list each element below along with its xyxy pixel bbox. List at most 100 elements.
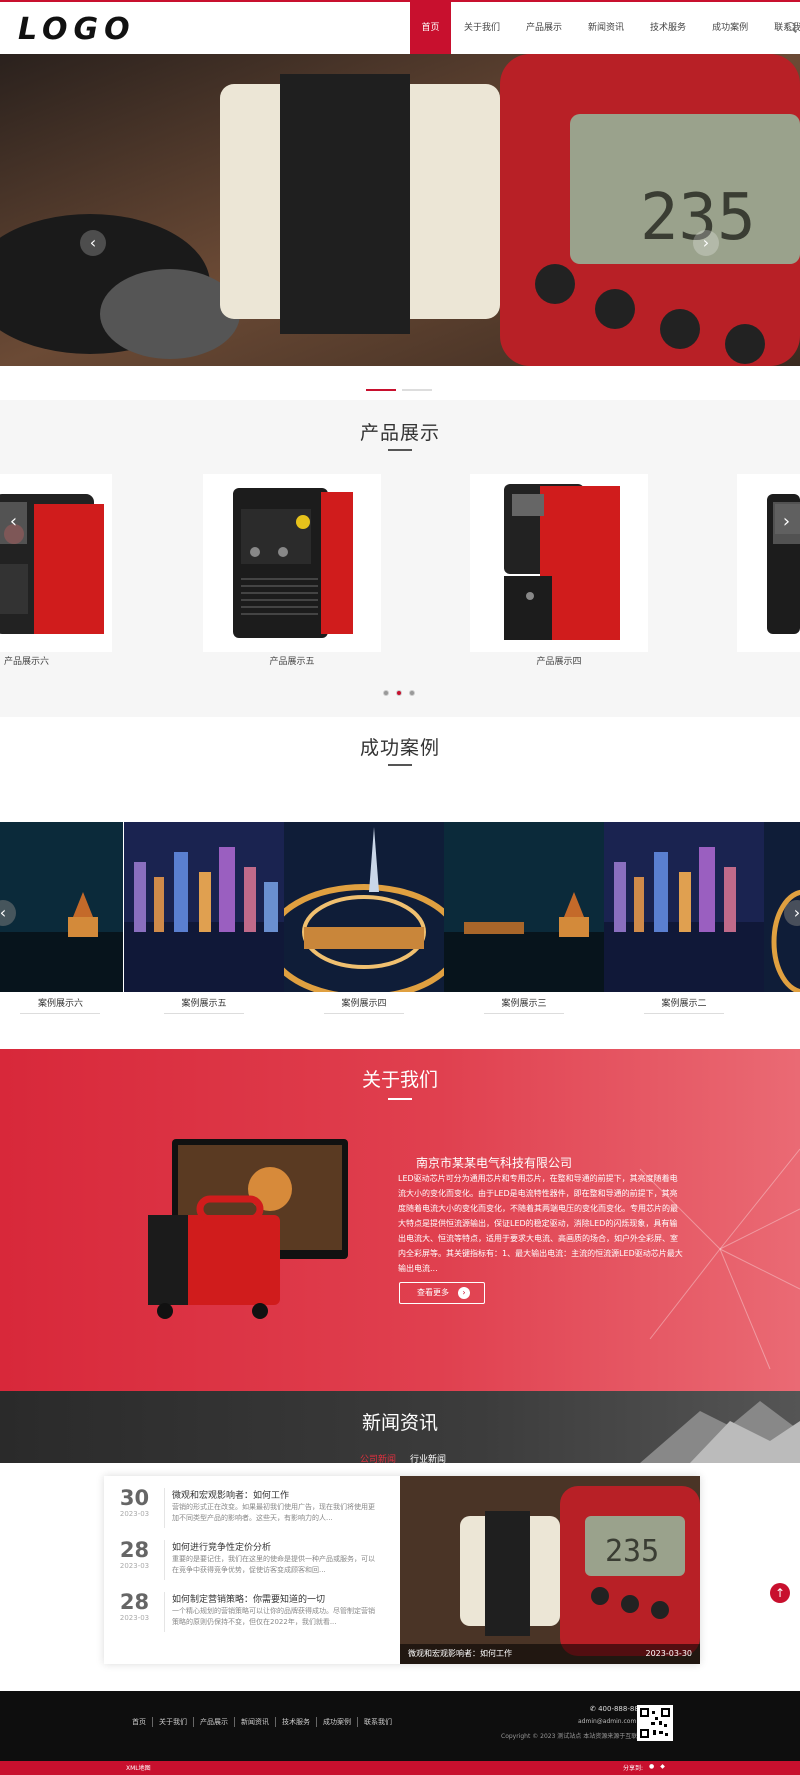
search-icon[interactable] [786,22,795,31]
products-title: 产品展示 [359,422,440,444]
case-card[interactable] [124,822,284,992]
footer-link-cases[interactable]: 成功案例 [317,1717,358,1727]
hero-image: 235 [0,54,800,366]
product-image [504,484,620,640]
hero-pagination [366,389,432,391]
news-day: 30 [119,1486,150,1510]
footer-link-contact[interactable]: 联系我们 [358,1717,398,1727]
case-label[interactable]: 案例展示三 [444,996,604,1009]
case-label[interactable]: 案例展示二 [604,996,764,1009]
back-to-top-icon[interactable]: ↑ [770,1583,790,1603]
site-logo[interactable]: LOGO [18,12,136,47]
share-label: 分享到: [623,1765,644,1772]
product-image [233,488,353,638]
nav-item-news[interactable]: 新闻资讯 [575,2,637,54]
news-day: 28 [119,1590,150,1614]
news-item[interactable]: 28 2023-03 如何制定营销策略：你需要知道的一切 一个精心规划的营销策略… [112,1590,397,1642]
news-date: 28 2023-03 [112,1590,157,1622]
news-day: 28 [119,1538,150,1562]
news-item-title[interactable]: 微观和宏观影响者：如何工作 [172,1488,289,1501]
case-underline [484,1013,564,1014]
view-more-button[interactable]: 查看更多 › [399,1282,485,1304]
featured-date: 2023-03-30 [645,1649,693,1658]
product-card[interactable] [203,474,381,652]
nav-item-service[interactable]: 技术服务 [637,2,699,54]
hero-prev-button[interactable]: ‹ [80,230,106,256]
products-dot[interactable] [383,690,389,696]
qr-code-icon [640,1708,670,1738]
products-prev-button[interactable]: ‹ [0,502,27,544]
case-image [444,822,604,992]
footer-link-products[interactable]: 产品展示 [194,1717,235,1727]
news-item-title[interactable]: 如何进行竞争性定价分析 [172,1540,271,1553]
case-card[interactable] [0,822,123,992]
case-card[interactable] [284,822,444,992]
news-item[interactable]: 30 2023-03 微观和宏观影响者：如何工作 营销的形式正在改变。如果最初我… [112,1486,397,1538]
news-month: 2023-03 [119,1614,150,1622]
product-image [767,494,800,634]
product-card[interactable] [0,474,112,652]
news-date: 28 2023-03 [112,1538,157,1570]
share-bar: 分享到: ● ◆ [623,1763,665,1772]
products-next-button[interactable]: › [773,502,800,544]
featured-title: 微观和宏观影响者：如何工作 [408,1649,512,1658]
news-item[interactable]: 28 2023-03 如何进行竞争性定价分析 重要的是要记住，我们在这里的使命是… [112,1538,397,1590]
news-item-title[interactable]: 如何制定营销策略：你需要知道的一切 [172,1592,325,1605]
product-label[interactable]: 产品展示六 [0,654,112,667]
news-tabs: 公司新闻 行业新闻 [360,1452,446,1465]
case-card[interactable] [444,822,604,992]
products-title-rule [388,449,412,451]
product-label[interactable]: 产品展示五 [203,654,381,667]
hero-dot-active[interactable] [366,389,396,391]
footer-bottom-bar [0,1761,800,1775]
about-title: 关于我们 [361,1069,438,1091]
nav-item-products[interactable]: 产品展示 [513,2,575,54]
footer-link-news[interactable]: 新闻资讯 [235,1717,276,1727]
case-label[interactable]: 案例展示五 [124,996,284,1009]
news-featured-caption[interactable]: 微观和宏观影响者：如何工作 2023-03-30 [400,1644,700,1664]
wechat-icon[interactable]: ● [649,1763,654,1772]
tab-company-news[interactable]: 公司新闻 [360,1452,396,1465]
nav-item-home[interactable]: 首页 [410,2,451,54]
case-image [0,822,123,992]
case-underline [324,1013,404,1014]
products-section: 产品展示 产品展示六 产品展示五 产品展示四 ‹ › [0,400,800,717]
about-title-rule [388,1098,412,1100]
products-dot-active[interactable] [396,690,402,696]
case-card[interactable] [604,822,764,992]
qq-icon[interactable]: ◆ [660,1763,665,1772]
svg-text:235: 235 [605,1534,659,1569]
footer-link-about[interactable]: 关于我们 [153,1717,194,1727]
news-item-desc: 营销的形式正在改变。如果最初我们使用广告，现在我们将使用更加不同类型产品的影响者… [172,1503,375,1522]
product-image [0,494,104,634]
hero-dot[interactable] [402,389,432,391]
case-label[interactable]: 案例展示四 [284,996,444,1009]
view-more-label: 查看更多 [417,1288,449,1297]
tab-industry-news[interactable]: 行业新闻 [410,1452,446,1465]
products-dot[interactable] [409,690,415,696]
news-divider [164,1592,165,1632]
news-featured-image[interactable]: 235 [400,1476,700,1664]
news-month: 2023-03 [119,1510,150,1518]
xml-sitemap-link[interactable]: XML地图 [126,1763,151,1772]
footer-email[interactable]: admin@admin.com [578,1718,636,1725]
main-nav: 首页 关于我们 产品展示 新闻资讯 技术服务 成功案例 联系我们 [410,2,800,54]
product-label[interactable]: 产品展示四 [470,654,648,667]
news-item-desc: 一个精心规划的营销策略可以让你的品牌获得成功。尽管制定营销策略的原则仍保持不变，… [172,1607,375,1626]
site-footer [0,1691,800,1761]
footer-copyright: Copyright © 2023 测试站点 本站资源来源于互联网 [501,1733,644,1740]
site-header: LOGO 首页 关于我们 产品展示 新闻资讯 技术服务 成功案例 联系我们 [0,2,800,54]
hero-next-button[interactable]: › [693,230,719,256]
phone-icon: ✆ [590,1705,599,1713]
company-name: 南京市某某电气科技有限公司 [416,1156,573,1170]
cases-title: 成功案例 [359,737,440,759]
footer-link-home[interactable]: 首页 [126,1717,153,1727]
product-card[interactable] [737,474,800,652]
case-label[interactable]: 案例展示六 [0,996,123,1009]
news-date: 30 2023-03 [112,1486,157,1518]
footer-link-service[interactable]: 技术服务 [276,1717,317,1727]
case-image [604,822,764,992]
product-card[interactable] [470,474,648,652]
nav-item-cases[interactable]: 成功案例 [699,2,761,54]
nav-item-about[interactable]: 关于我们 [451,2,513,54]
